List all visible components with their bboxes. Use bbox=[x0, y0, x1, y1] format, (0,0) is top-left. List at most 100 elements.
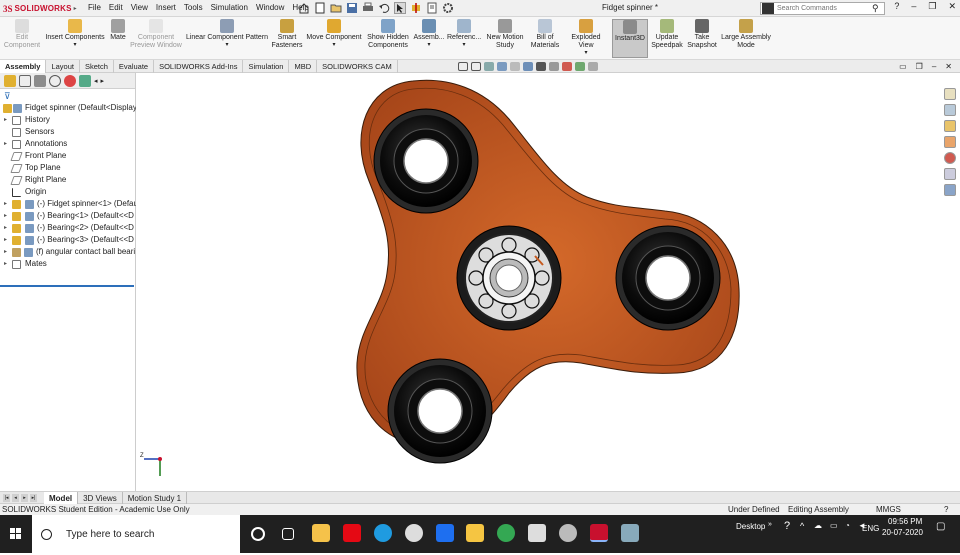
microsoft-store-icon[interactable] bbox=[312, 524, 330, 542]
chevron-down-icon[interactable]: ▾ bbox=[447, 42, 481, 48]
view-orientation-icon[interactable] bbox=[523, 62, 533, 71]
next-tab-icon[interactable]: ▸ bbox=[21, 494, 28, 502]
take-snapshot-button[interactable]: Take Snapshot bbox=[686, 19, 718, 50]
update-speedpak-button[interactable]: Update Speedpak bbox=[650, 19, 684, 50]
panel-right-arrow-icon[interactable]: ▸ bbox=[101, 77, 105, 85]
custom-properties-icon[interactable] bbox=[944, 168, 956, 180]
file-properties-icon[interactable] bbox=[426, 2, 438, 14]
tab-cam[interactable]: SOLIDWORKS CAM bbox=[317, 60, 398, 73]
new-document-icon[interactable] bbox=[314, 2, 326, 14]
bearing-bottom[interactable] bbox=[387, 358, 493, 464]
bill-of-materials-button[interactable]: Bill of Materials bbox=[529, 19, 561, 50]
status-units[interactable]: MMGS bbox=[876, 504, 901, 515]
expand-icon[interactable]: ▸ bbox=[4, 258, 7, 270]
display-style-icon[interactable] bbox=[536, 62, 546, 71]
last-tab-icon[interactable]: ▸| bbox=[30, 494, 37, 502]
restore-viewport-icon[interactable]: ▭ bbox=[899, 62, 907, 71]
chevron-down-icon[interactable]: ▾ bbox=[184, 42, 270, 48]
search-commands-input[interactable] bbox=[777, 5, 872, 12]
bearing-top[interactable] bbox=[373, 108, 479, 214]
file-explorer-icon[interactable] bbox=[466, 524, 484, 542]
linear-pattern-button[interactable]: Linear Component Pattern ▾ bbox=[184, 19, 270, 48]
tree-item-history[interactable]: ▸ History bbox=[0, 114, 136, 126]
expand-icon[interactable]: ▸ bbox=[4, 246, 7, 258]
tree-item-bearing-2[interactable]: ▸ (-) Bearing<2> (Default<<D bbox=[0, 222, 136, 234]
cortana-icon[interactable] bbox=[251, 527, 265, 541]
tree-item-annotations[interactable]: ▸ Annotations bbox=[0, 138, 136, 150]
fidget-spinner-model[interactable] bbox=[137, 73, 940, 491]
open-folder-icon[interactable] bbox=[330, 2, 342, 14]
search-type-icon[interactable] bbox=[762, 3, 774, 14]
tile-viewport-icon[interactable]: ❐ bbox=[916, 62, 923, 71]
solidworks-resources-icon[interactable] bbox=[944, 88, 956, 100]
tree-item-mates[interactable]: ▸ Mates bbox=[0, 258, 136, 270]
help-question-icon[interactable]: ? bbox=[894, 1, 899, 12]
tray-chevron-icon[interactable]: » bbox=[768, 521, 772, 528]
chevron-down-icon[interactable]: ▾ bbox=[413, 42, 445, 48]
tab-addins[interactable]: SOLIDWORKS Add-Ins bbox=[154, 60, 244, 73]
app-icon-2[interactable] bbox=[621, 524, 639, 542]
tree-item-sensors[interactable]: Sensors bbox=[0, 126, 136, 138]
menu-view[interactable]: View bbox=[131, 3, 148, 12]
large-assembly-mode-button[interactable]: Large Assembly Mode bbox=[720, 19, 772, 50]
desktop-toolbar-label[interactable]: Desktop bbox=[736, 522, 765, 531]
mate-button[interactable]: Mate bbox=[107, 19, 129, 42]
undo-icon[interactable] bbox=[378, 2, 390, 14]
chevron-down-icon[interactable]: ▾ bbox=[304, 42, 364, 48]
smart-fasteners-button[interactable]: Smart Fasteners bbox=[270, 19, 304, 50]
tab-sketch[interactable]: Sketch bbox=[80, 60, 114, 73]
app-icon[interactable] bbox=[405, 524, 423, 542]
solidworks-logo[interactable]: 3S SOLIDWORKS ▸ bbox=[3, 2, 77, 15]
settings-gear-icon[interactable] bbox=[559, 524, 577, 542]
dimxpert-tab-icon[interactable] bbox=[49, 74, 61, 87]
feature-manager-tab-icon[interactable] bbox=[4, 74, 16, 87]
prev-tab-icon[interactable]: ◂ bbox=[12, 494, 19, 502]
expand-icon[interactable]: ▸ bbox=[4, 234, 7, 246]
expand-icon[interactable]: ▸ bbox=[4, 114, 7, 126]
first-tab-icon[interactable]: |◂ bbox=[3, 494, 10, 502]
rebuild-icon[interactable] bbox=[410, 2, 422, 14]
cam-tab-icon[interactable] bbox=[79, 74, 91, 87]
battery-icon[interactable]: ▭ bbox=[830, 521, 838, 530]
tree-item-bearing-1[interactable]: ▸ (-) Bearing<1> (Default<<D bbox=[0, 210, 136, 222]
rollback-bar[interactable] bbox=[0, 285, 134, 287]
select-pointer-icon[interactable] bbox=[394, 2, 406, 14]
property-manager-tab-icon[interactable] bbox=[19, 74, 31, 87]
windows-start-button[interactable] bbox=[0, 515, 32, 553]
panel-left-arrow-icon[interactable]: ◂ bbox=[94, 77, 98, 85]
tab-evaluate[interactable]: Evaluate bbox=[114, 60, 155, 73]
display-manager-tab-icon[interactable] bbox=[64, 74, 76, 87]
move-component-button[interactable]: Move Component ▾ bbox=[304, 19, 364, 48]
onedrive-icon[interactable]: ☁ bbox=[814, 521, 822, 530]
mail-icon[interactable] bbox=[528, 524, 546, 542]
previous-view-icon[interactable] bbox=[484, 62, 494, 71]
chevron-down-icon[interactable]: ▾ bbox=[43, 42, 107, 48]
tab-mbd[interactable]: MBD bbox=[289, 60, 318, 73]
bearing-right[interactable] bbox=[615, 225, 721, 331]
appearances-icon[interactable] bbox=[944, 152, 956, 164]
menu-edit[interactable]: Edit bbox=[109, 3, 123, 12]
solidworks-taskbar-icon[interactable] bbox=[590, 524, 608, 542]
tree-item-top-plane[interactable]: Top Plane bbox=[0, 162, 136, 174]
zoom-area-icon[interactable] bbox=[471, 62, 481, 71]
view-palette-icon[interactable] bbox=[944, 136, 956, 148]
component-preview-button[interactable]: Component Preview Window bbox=[130, 19, 182, 50]
search-icon[interactable]: ⚲ bbox=[872, 3, 879, 14]
tree-item-angular-bearing[interactable]: ▸ (f) angular contact ball beari bbox=[0, 246, 136, 258]
edit-component-button[interactable]: Edit Component bbox=[3, 19, 41, 50]
edge-icon[interactable] bbox=[374, 524, 392, 542]
graphics-viewport[interactable] bbox=[137, 73, 940, 491]
options-gear-icon[interactable] bbox=[442, 2, 454, 14]
menu-tools[interactable]: Tools bbox=[184, 3, 203, 12]
notification-icon[interactable]: ▢ bbox=[936, 521, 945, 532]
print-icon[interactable] bbox=[362, 2, 374, 14]
help-icon[interactable]: ? bbox=[944, 504, 948, 515]
home-icon[interactable] bbox=[298, 2, 310, 14]
menu-simulation[interactable]: Simulation bbox=[211, 3, 248, 12]
tree-item-part[interactable]: ▸ (-) Fidget spinner<1> (Defaul bbox=[0, 198, 136, 210]
tree-item-root[interactable]: Fidget spinner (Default<Display bbox=[0, 102, 136, 114]
chrome-icon[interactable] bbox=[497, 524, 515, 542]
close-icon[interactable]: ✕ bbox=[948, 1, 956, 12]
close-viewport-icon[interactable]: ✕ bbox=[945, 62, 952, 71]
edit-appearance-icon[interactable] bbox=[562, 62, 572, 71]
